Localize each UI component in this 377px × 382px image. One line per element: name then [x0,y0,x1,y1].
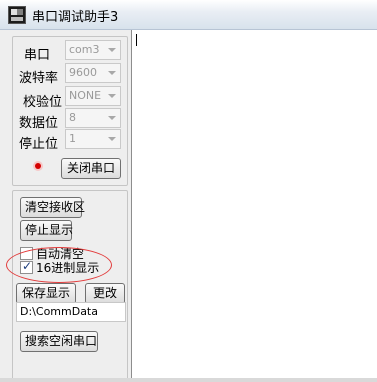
close-port-button[interactable]: 关闭串口 [61,158,121,179]
app-icon [8,6,26,24]
window-title: 串口调试助手3 [32,10,119,25]
databits-select[interactable]: 8 [65,108,121,128]
stopbits-select[interactable]: 1 [65,129,121,149]
port-label: 串口 [23,48,50,63]
stopbits-label: 停止位 [18,137,58,152]
baud-select[interactable]: 9600 [65,63,121,83]
port-status-led-icon [32,160,44,172]
chevron-down-icon [108,116,116,120]
save-path-field[interactable]: D:\CommData [16,302,126,322]
parity-select[interactable]: NONE [65,86,121,106]
chevron-down-icon [108,137,116,141]
chevron-down-icon [108,48,116,52]
port-value: com3 [69,43,100,56]
baud-value: 9600 [69,66,97,79]
highlight-annotation [6,247,112,283]
stop-display-button[interactable]: 停止显示 [20,220,73,241]
stopbits-value: 1 [69,132,76,145]
baud-label: 波特率 [18,71,58,86]
parity-label: 校验位 [22,95,62,110]
bottom-edge [0,378,377,382]
chevron-down-icon [108,71,116,75]
search-idle-port-button[interactable]: 搜索空闲串口 [20,331,98,352]
change-path-button[interactable]: 更改 [85,283,125,304]
parity-value: NONE [69,89,102,102]
chevron-down-icon [108,94,116,98]
save-display-button[interactable]: 保存显示 [16,283,76,304]
databits-label: 数据位 [18,116,58,131]
port-select[interactable]: com3 [65,40,121,60]
databits-value: 8 [69,111,76,124]
text-caret [136,34,137,46]
clear-receive-button[interactable]: 清空接收区 [20,197,85,218]
receive-text-area[interactable] [131,30,377,378]
title-bar: 串口调试助手3 [0,0,377,30]
